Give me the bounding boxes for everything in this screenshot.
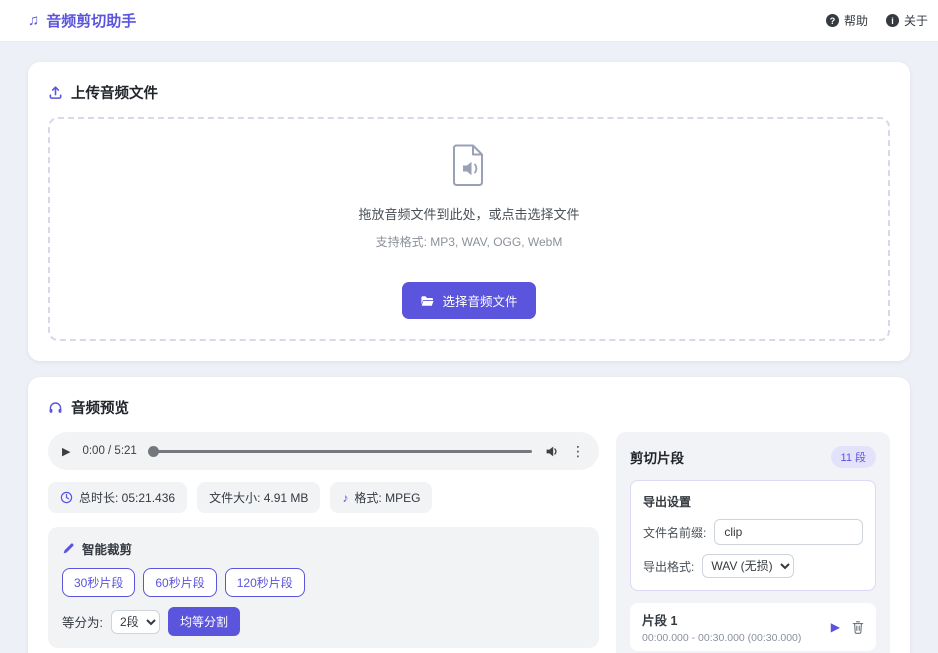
app-title-text: 音频剪切助手	[46, 10, 136, 31]
clock-icon	[60, 491, 73, 504]
duration-badge: 总时长: 05:21.436	[48, 482, 187, 513]
preset-60s-button[interactable]: 60秒片段	[143, 568, 216, 597]
music-note-icon: ♪	[342, 491, 348, 505]
upload-card: 上传音频文件 拖放音频文件到此处，或点击选择文件 支持格式: MP3, WAV,…	[28, 62, 910, 361]
prefix-input[interactable]	[714, 519, 863, 545]
music-note-icon: ♫	[28, 12, 39, 29]
preview-title-text: 音频预览	[71, 397, 129, 418]
clips-list: 片段 1 00:00.000 - 00:30.000 (00:30.000) ▶	[630, 603, 876, 653]
prefix-row: 文件名前缀:	[643, 519, 863, 545]
info-icon: i	[886, 14, 899, 27]
clip-info: 片段 1 00:00.000 - 00:30.000 (00:30.000)	[642, 610, 801, 644]
audio-player[interactable]: ▶ 0:00 / 5:21 ⋮	[48, 432, 599, 470]
player-play-icon[interactable]: ▶	[62, 445, 70, 458]
smart-cut-title-text: 智能裁剪	[82, 539, 132, 558]
about-link[interactable]: i 关于	[886, 12, 928, 29]
help-label: 帮助	[844, 12, 868, 29]
prefix-label: 文件名前缀:	[643, 524, 706, 541]
clip-name: 片段 1	[642, 610, 801, 629]
clip-count-badge: 11 段	[831, 446, 876, 468]
upload-title-text: 上传音频文件	[71, 82, 158, 103]
preset-buttons: 30秒片段 60秒片段 120秒片段	[62, 568, 585, 597]
pen-icon	[62, 542, 75, 555]
filesize-badge: 文件大小: 4.91 MB	[197, 482, 320, 513]
equal-split-button[interactable]: 均等分割	[168, 607, 240, 636]
header-links: ? 帮助 i 关于	[808, 12, 928, 29]
export-settings-title: 导出设置	[643, 493, 863, 510]
audio-file-icon	[451, 174, 487, 191]
clip-actions: ▶	[831, 620, 864, 634]
player-time: 0:00 / 5:21	[82, 445, 136, 457]
about-label: 关于	[904, 12, 928, 29]
preview-section-title: 音频预览	[48, 397, 890, 418]
dropzone-text: 拖放音频文件到此处，或点击选择文件	[60, 204, 878, 223]
export-settings: 导出设置 文件名前缀: 导出格式: WAV (无损)	[630, 480, 876, 591]
upload-icon	[48, 85, 63, 100]
help-icon: ?	[826, 14, 839, 27]
preview-grid: ▶ 0:00 / 5:21 ⋮ 总时长: 05:21.436	[48, 432, 890, 653]
clips-panel-header: 剪切片段 11 段	[630, 446, 876, 468]
header: ♫ 音频剪切助手 ? 帮助 i 关于	[0, 0, 938, 42]
clip-range: 00:00.000 - 00:30.000 (00:30.000)	[642, 632, 801, 644]
clip-row: 片段 1 00:00.000 - 00:30.000 (00:30.000) ▶	[630, 603, 876, 651]
upload-section-title: 上传音频文件	[48, 82, 890, 103]
volume-icon[interactable]	[544, 444, 559, 459]
split-label: 等分为:	[62, 612, 103, 631]
format-badge: ♪ 格式: MPEG	[330, 482, 432, 513]
clips-panel: 剪切片段 11 段 导出设置 文件名前缀: 导出格式: WAV (无损)	[616, 432, 890, 653]
preset-120s-button[interactable]: 120秒片段	[225, 568, 305, 597]
format-row: 导出格式: WAV (无损)	[643, 554, 863, 578]
formats-text: 支持格式: MP3, WAV, OGG, WebM	[60, 233, 878, 250]
preset-30s-button[interactable]: 30秒片段	[62, 568, 135, 597]
filesize-badge-text: 文件大小: 4.91 MB	[209, 489, 308, 506]
smart-cut-title: 智能裁剪	[62, 539, 585, 558]
play-clip-icon[interactable]: ▶	[831, 620, 840, 634]
app-title: ♫ 音频剪切助手	[28, 10, 136, 31]
preview-left-column: ▶ 0:00 / 5:21 ⋮ 总时长: 05:21.436	[48, 432, 599, 653]
preview-card: 音频预览 ▶ 0:00 / 5:21 ⋮	[28, 377, 910, 653]
delete-clip-icon[interactable]	[852, 620, 864, 634]
player-seekbar[interactable]	[149, 450, 532, 453]
main-content: 上传音频文件 拖放音频文件到此处，或点击选择文件 支持格式: MP3, WAV,…	[0, 42, 938, 653]
headphones-icon	[48, 400, 63, 415]
info-badges: 总时长: 05:21.436 文件大小: 4.91 MB ♪ 格式: MPEG	[48, 482, 599, 513]
select-file-button[interactable]: 选择音频文件	[402, 282, 535, 319]
duration-badge-text: 总时长: 05:21.436	[79, 489, 175, 506]
dropzone[interactable]: 拖放音频文件到此处，或点击选择文件 支持格式: MP3, WAV, OGG, W…	[48, 117, 890, 341]
export-format-select[interactable]: WAV (无损)	[702, 554, 794, 578]
format-label: 导出格式:	[643, 558, 694, 575]
folder-icon	[420, 295, 434, 307]
player-menu-icon[interactable]: ⋮	[571, 443, 585, 460]
smart-cut-panel: 智能裁剪 30秒片段 60秒片段 120秒片段 等分为: 2段 均等分割	[48, 527, 599, 648]
select-file-label: 选择音频文件	[442, 291, 517, 310]
split-controls: 等分为: 2段 均等分割	[62, 607, 585, 636]
format-badge-text: 格式: MPEG	[354, 489, 420, 506]
clips-panel-title: 剪切片段	[630, 447, 684, 467]
split-count-select[interactable]: 2段	[111, 610, 160, 634]
help-link[interactable]: ? 帮助	[826, 12, 868, 29]
